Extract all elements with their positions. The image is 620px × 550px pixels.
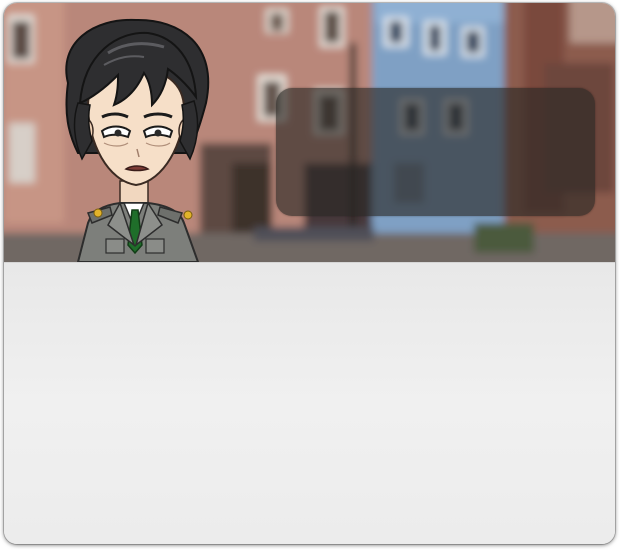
scene-view[interactable] <box>4 3 615 262</box>
text-panel[interactable] <box>4 262 615 544</box>
game-window <box>4 3 615 544</box>
dialog-box[interactable] <box>276 88 595 216</box>
character-sprite <box>65 18 210 262</box>
